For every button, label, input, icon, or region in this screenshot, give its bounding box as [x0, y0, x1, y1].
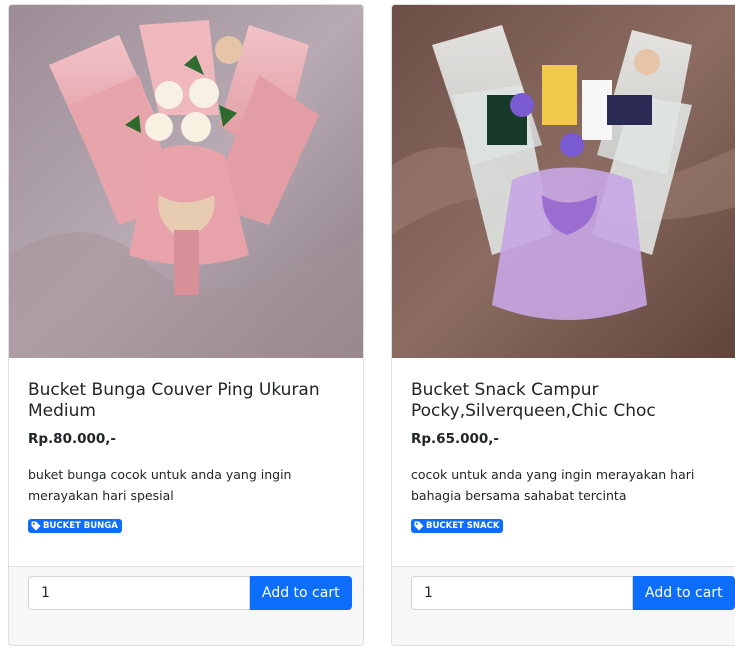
category-badge[interactable]: BUCKET BUNGA [28, 519, 122, 533]
product-title[interactable]: Bucket Snack Campur Pocky,Silverqueen,Ch… [411, 380, 728, 422]
product-price: Rp.65.000,- [411, 431, 500, 447]
card-body: Bucket Bunga Couver Ping Ukuran Medium R… [28, 358, 349, 535]
product-card: Bucket Snack Campur Pocky,Silverqueen,Ch… [391, 4, 735, 646]
product-image-snack-bouquet[interactable] [392, 5, 735, 358]
add-to-cart-button[interactable]: Add to cart [250, 576, 352, 610]
tag-icon [31, 521, 41, 531]
product-description: buket bunga cocok untuk anda yang ingin … [28, 467, 292, 503]
category-badge[interactable]: BUCKET SNACK [411, 519, 504, 533]
card-footer: Add to cart [392, 566, 735, 645]
product-title[interactable]: Bucket Bunga Couver Ping Ukuran Medium [28, 380, 349, 422]
product-price: Rp.80.000,- [28, 431, 117, 447]
quantity-input[interactable] [28, 576, 250, 610]
add-to-cart-group: Add to cart [28, 576, 352, 610]
product-card: Bucket Bunga Couver Ping Ukuran Medium R… [8, 4, 364, 646]
product-image-flower-bouquet[interactable] [9, 5, 363, 358]
add-to-cart-group: Add to cart [411, 576, 735, 610]
tag-icon [414, 521, 424, 531]
category-label: BUCKET SNACK [426, 521, 500, 531]
add-to-cart-button[interactable]: Add to cart [633, 576, 735, 610]
quantity-input[interactable] [411, 576, 633, 610]
card-footer: Add to cart [9, 566, 363, 645]
product-description: cocok untuk anda yang ingin merayakan ha… [411, 467, 695, 503]
card-body: Bucket Snack Campur Pocky,Silverqueen,Ch… [411, 358, 728, 535]
category-label: BUCKET BUNGA [43, 521, 118, 531]
